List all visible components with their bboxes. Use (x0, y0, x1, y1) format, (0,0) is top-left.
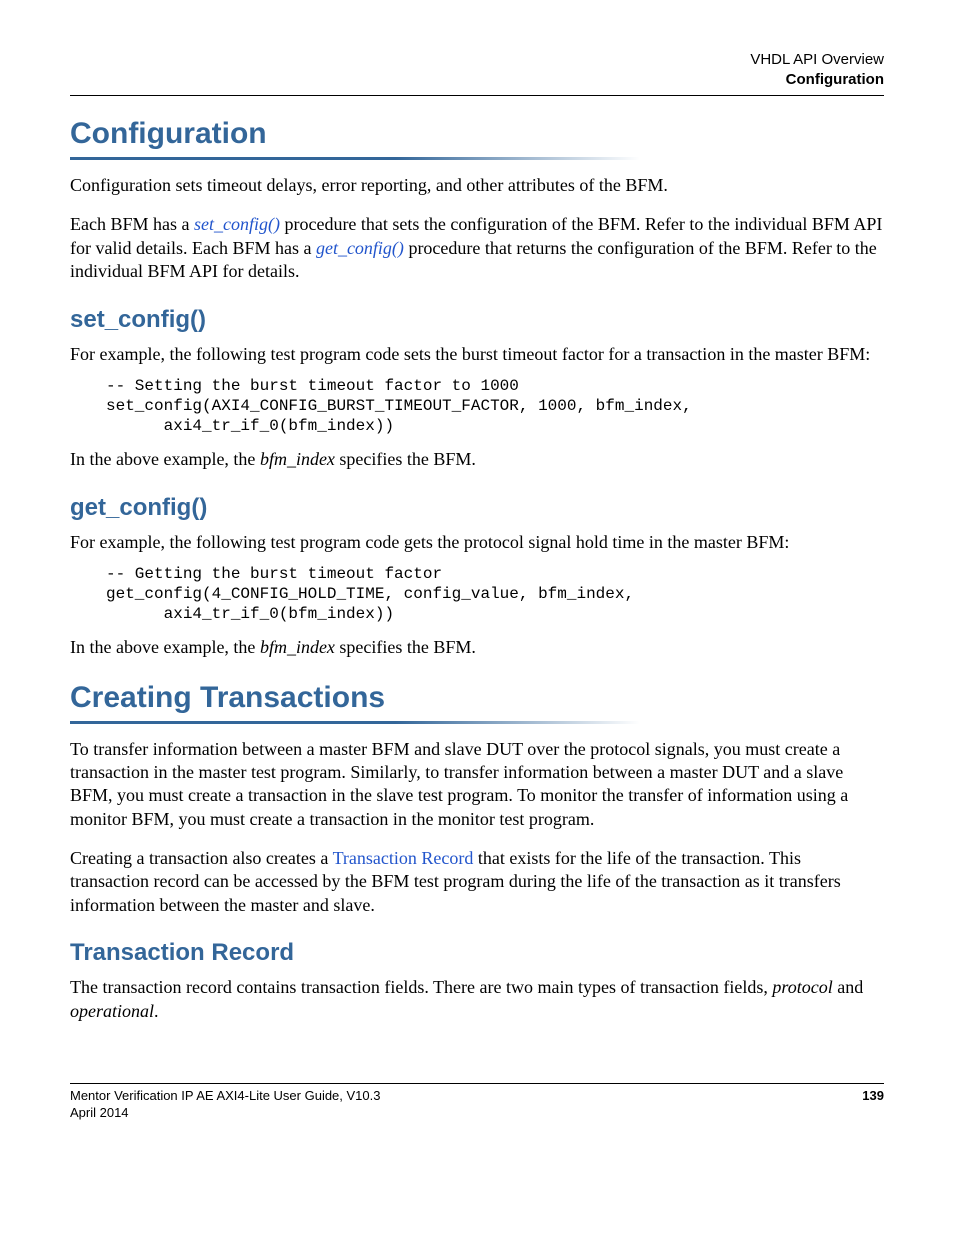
text-span: specifies the BFM. (335, 449, 476, 469)
footer-page-number: 139 (862, 1088, 884, 1105)
set-config-code: -- Setting the burst timeout factor to 1… (106, 376, 884, 436)
link-get-config[interactable]: get_config() (316, 238, 404, 258)
creating-para1: To transfer information between a master… (70, 738, 884, 832)
text-span: Creating a transaction also creates a (70, 848, 333, 868)
text-span: specifies the BFM. (335, 637, 476, 657)
page-footer: Mentor Verification IP AE AXI4-Lite User… (70, 1088, 884, 1105)
header-rule (70, 95, 884, 96)
heading-set-config: set_config() (70, 304, 884, 335)
footer-date: April 2014 (70, 1105, 884, 1122)
get-config-code: -- Getting the burst timeout factor get_… (106, 564, 884, 624)
link-transaction-record[interactable]: Transaction Record (333, 848, 474, 868)
page-header: VHDL API Overview Configuration (70, 50, 884, 89)
set-config-para2: In the above example, the bfm_index spec… (70, 448, 884, 471)
heading-creating-transactions: Creating Transactions (70, 678, 884, 719)
set-config-para1: For example, the following test program … (70, 343, 884, 366)
heading-get-config: get_config() (70, 492, 884, 523)
heading-transaction-record: Transaction Record (70, 937, 884, 968)
get-config-para1: For example, the following test program … (70, 531, 884, 554)
header-chapter: VHDL API Overview (70, 50, 884, 70)
text-span: In the above example, the (70, 637, 260, 657)
heading-configuration: Configuration (70, 114, 884, 155)
header-topic: Configuration (70, 70, 884, 90)
text-span: In the above example, the (70, 449, 260, 469)
footer-guide-title: Mentor Verification IP AE AXI4-Lite User… (70, 1088, 380, 1105)
get-config-para2: In the above example, the bfm_index spec… (70, 636, 884, 659)
transaction-record-para1: The transaction record contains transact… (70, 976, 884, 1023)
text-span: and (833, 977, 864, 997)
text-span: . (154, 1001, 159, 1021)
configuration-para2: Each BFM has a set_config() procedure th… (70, 213, 884, 283)
text-span: Each BFM has a (70, 214, 194, 234)
link-set-config[interactable]: set_config() (194, 214, 280, 234)
heading-underline (70, 157, 884, 160)
heading-underline (70, 721, 884, 724)
footer-rule (70, 1083, 884, 1084)
emphasis-protocol: protocol (772, 977, 832, 997)
text-span: The transaction record contains transact… (70, 977, 772, 997)
configuration-para1: Configuration sets timeout delays, error… (70, 174, 884, 197)
emphasis-operational: operational (70, 1001, 154, 1021)
creating-para2: Creating a transaction also creates a Tr… (70, 847, 884, 917)
emphasis-bfm-index: bfm_index (260, 637, 335, 657)
emphasis-bfm-index: bfm_index (260, 449, 335, 469)
